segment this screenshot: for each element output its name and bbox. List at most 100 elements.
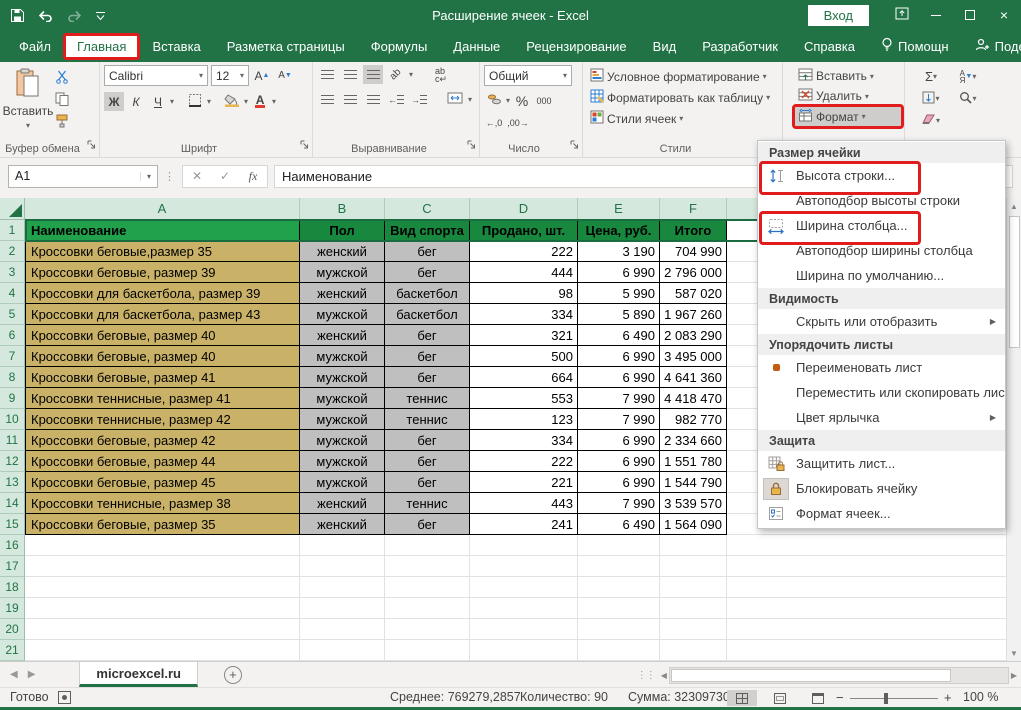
cell-F19[interactable] bbox=[660, 598, 727, 619]
conditional-formatting-button[interactable]: Условное форматирование▾ bbox=[587, 67, 779, 86]
cell-B5[interactable]: мужской bbox=[300, 304, 385, 325]
cell-A13[interactable]: Кроссовки беговые, размер 45 bbox=[25, 472, 300, 493]
cell-filler[interactable] bbox=[727, 535, 1006, 556]
cell-D21[interactable] bbox=[470, 640, 578, 661]
column-header-E[interactable]: E bbox=[578, 198, 660, 219]
cell-E13[interactable]: 6 990 bbox=[578, 472, 660, 493]
cell-E20[interactable] bbox=[578, 619, 660, 640]
row-header-1[interactable]: 1 bbox=[0, 220, 25, 241]
menu-item-1-0[interactable]: Скрыть или отобразить▶ bbox=[758, 309, 1005, 334]
cell-B11[interactable]: мужской bbox=[300, 430, 385, 451]
cell-styles-button[interactable]: Стили ячеек▾ bbox=[587, 109, 779, 128]
cell-F8[interactable]: 4 641 360 bbox=[660, 367, 727, 388]
bold-button[interactable]: Ж bbox=[104, 92, 124, 111]
cell-E4[interactable]: 5 990 bbox=[578, 283, 660, 304]
format-as-table-button[interactable]: Форматировать как таблицу▾ bbox=[587, 88, 779, 107]
zoom-in-icon[interactable]: + bbox=[944, 690, 952, 705]
italic-button[interactable]: К bbox=[126, 92, 146, 111]
cell-F17[interactable] bbox=[660, 556, 727, 577]
menu-item-2-2[interactable]: Цвет ярлычка▶ bbox=[758, 405, 1005, 430]
row-header-3[interactable]: 3 bbox=[0, 262, 25, 283]
number-format-combo[interactable]: Общий▾ bbox=[484, 65, 572, 86]
scroll-down-icon[interactable]: ▼ bbox=[1010, 645, 1018, 661]
cell-E7[interactable]: 6 990 bbox=[578, 346, 660, 367]
row-header-15[interactable]: 15 bbox=[0, 514, 25, 535]
increase-decimal-icon[interactable]: ←,0 bbox=[484, 113, 504, 132]
select-all-corner[interactable] bbox=[0, 198, 25, 219]
row-header-18[interactable]: 18 bbox=[0, 577, 25, 598]
cell-F10[interactable]: 982 770 bbox=[660, 409, 727, 430]
row-header-9[interactable]: 9 bbox=[0, 388, 25, 409]
find-select-icon[interactable]: ▾ bbox=[958, 89, 978, 108]
cell-D12[interactable]: 222 bbox=[470, 451, 578, 472]
orientation-icon[interactable]: ab bbox=[386, 65, 406, 84]
cell-D14[interactable]: 443 bbox=[470, 493, 578, 514]
cell-F6[interactable]: 2 083 290 bbox=[660, 325, 727, 346]
clear-icon[interactable]: ▾ bbox=[921, 111, 941, 130]
cell-F13[interactable]: 1 544 790 bbox=[660, 472, 727, 493]
cell-A18[interactable] bbox=[25, 577, 300, 598]
column-header-A[interactable]: A bbox=[25, 198, 300, 219]
fill-icon[interactable]: ▾ bbox=[921, 89, 941, 108]
increase-indent-icon[interactable]: → bbox=[409, 90, 429, 109]
cell-A14[interactable]: Кроссовки теннисные, размер 38 bbox=[25, 493, 300, 514]
cell-E6[interactable]: 6 490 bbox=[578, 325, 660, 346]
fill-color-icon[interactable] bbox=[222, 92, 242, 111]
cell-A8[interactable]: Кроссовки беговые, размер 41 bbox=[25, 367, 300, 388]
cell-E2[interactable]: 3 190 bbox=[578, 241, 660, 262]
cell-C19[interactable] bbox=[385, 598, 470, 619]
ribbon-tab-0[interactable]: Файл bbox=[6, 34, 64, 59]
cell-B10[interactable]: мужской bbox=[300, 409, 385, 430]
name-box[interactable]: A1 ▾ bbox=[8, 165, 158, 188]
cell-C16[interactable] bbox=[385, 535, 470, 556]
font-size-combo[interactable]: 12▾ bbox=[211, 65, 249, 86]
cell-D10[interactable]: 123 bbox=[470, 409, 578, 430]
row-header-19[interactable]: 19 bbox=[0, 598, 25, 619]
cell-D15[interactable]: 241 bbox=[470, 514, 578, 535]
sign-in-button[interactable]: Вход bbox=[808, 5, 869, 26]
cell-F15[interactable]: 1 564 090 bbox=[660, 514, 727, 535]
menu-item-3-1[interactable]: Блокировать ячейку bbox=[758, 476, 1005, 501]
accounting-format-icon[interactable] bbox=[484, 91, 504, 110]
font-dialog-launcher-icon[interactable] bbox=[300, 136, 309, 154]
cell-C13[interactable]: бег bbox=[385, 472, 470, 493]
align-left-icon[interactable] bbox=[317, 90, 337, 109]
cell-D13[interactable]: 221 bbox=[470, 472, 578, 493]
menu-item-3-0[interactable]: Защитить лист... bbox=[758, 451, 1005, 476]
cell-A17[interactable] bbox=[25, 556, 300, 577]
menu-item-0-0[interactable]: Высота строки... bbox=[758, 163, 1005, 188]
cell-E17[interactable] bbox=[578, 556, 660, 577]
align-top-icon[interactable] bbox=[317, 65, 337, 84]
scroll-up-icon[interactable]: ▲ bbox=[1010, 198, 1018, 214]
zoom-out-icon[interactable]: − bbox=[836, 690, 844, 705]
cell-B4[interactable]: женский bbox=[300, 283, 385, 304]
row-header-10[interactable]: 10 bbox=[0, 409, 25, 430]
autosum-icon[interactable]: Σ ▾ bbox=[921, 67, 941, 86]
cell-C4[interactable]: баскетбол bbox=[385, 283, 470, 304]
cell-D9[interactable]: 553 bbox=[470, 388, 578, 409]
cell-F1[interactable]: Итого bbox=[660, 220, 727, 241]
column-header-D[interactable]: D bbox=[470, 198, 578, 219]
cell-filler[interactable] bbox=[727, 556, 1006, 577]
percent-style-icon[interactable]: % bbox=[512, 91, 532, 110]
normal-view-icon[interactable] bbox=[727, 690, 757, 706]
menu-item-3-2[interactable]: Формат ячеек... bbox=[758, 501, 1005, 526]
ribbon-tab-8[interactable]: Разработчик bbox=[689, 34, 791, 59]
cell-C20[interactable] bbox=[385, 619, 470, 640]
row-header-8[interactable]: 8 bbox=[0, 367, 25, 388]
cell-E11[interactable]: 6 990 bbox=[578, 430, 660, 451]
cell-E16[interactable] bbox=[578, 535, 660, 556]
ribbon-tab-2[interactable]: Вставка bbox=[139, 34, 213, 59]
minimize-button[interactable] bbox=[919, 0, 953, 30]
cell-F20[interactable] bbox=[660, 619, 727, 640]
cell-C11[interactable]: бег bbox=[385, 430, 470, 451]
macro-record-icon[interactable] bbox=[58, 691, 71, 704]
cell-C12[interactable]: бег bbox=[385, 451, 470, 472]
cell-A9[interactable]: Кроссовки теннисные, размер 41 bbox=[25, 388, 300, 409]
cell-B7[interactable]: мужской bbox=[300, 346, 385, 367]
cell-A7[interactable]: Кроссовки беговые, размер 40 bbox=[25, 346, 300, 367]
cell-C6[interactable]: бег bbox=[385, 325, 470, 346]
cell-B17[interactable] bbox=[300, 556, 385, 577]
cell-F7[interactable]: 3 495 000 bbox=[660, 346, 727, 367]
cell-D18[interactable] bbox=[470, 577, 578, 598]
